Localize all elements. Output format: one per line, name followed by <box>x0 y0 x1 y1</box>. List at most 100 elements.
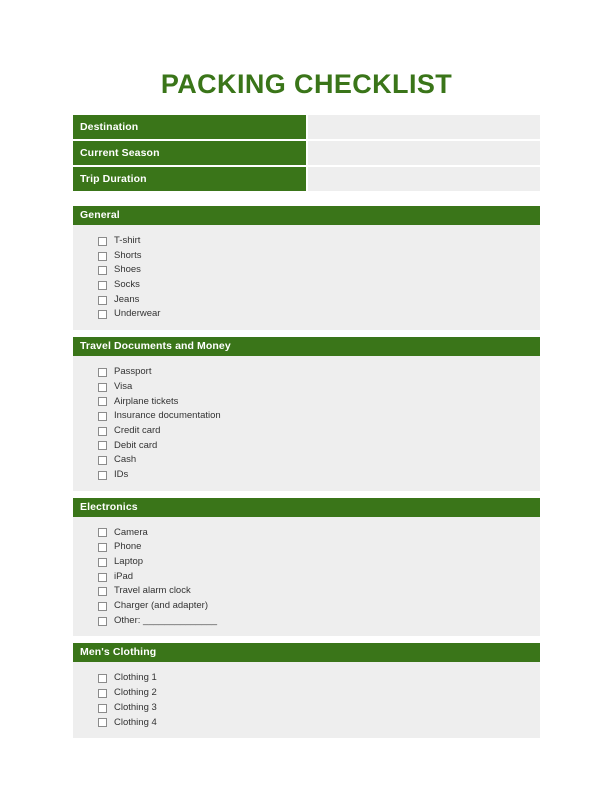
checklist-item[interactable]: Camera <box>73 526 540 541</box>
section-header: Electronics <box>73 497 540 517</box>
checklist-item[interactable]: Visa <box>73 380 540 395</box>
checklist-item-label: Airplane tickets <box>114 395 179 407</box>
checklist-item[interactable]: Cash <box>73 453 540 468</box>
checklist-item[interactable]: Shoes <box>73 263 540 278</box>
checklist-item-label: Phone <box>114 541 142 553</box>
checkbox-icon[interactable] <box>98 703 107 713</box>
checklist-item[interactable]: Insurance documentation <box>73 409 540 424</box>
checklist-item[interactable]: Credit card <box>73 424 540 439</box>
checkbox-icon[interactable] <box>98 310 107 320</box>
checkbox-icon[interactable] <box>98 412 107 422</box>
section-header: Travel Documents and Money <box>73 337 540 357</box>
checklist-section: General T-shirt Shorts Shoes Socks Jeans Under… <box>73 206 540 331</box>
trip-info-value-field[interactable] <box>308 141 540 165</box>
trip-info-label: Current Season <box>73 141 306 165</box>
checklist-section: Travel Documents and Money Passport Visa Ai… <box>73 337 540 491</box>
section-header: Men's Clothing <box>73 643 540 663</box>
checkbox-icon[interactable] <box>98 456 107 466</box>
checkbox-icon[interactable] <box>98 295 107 305</box>
checklist-item[interactable]: Charger (and adapter) <box>73 599 540 614</box>
checklist-item-label: Jeans <box>114 293 140 305</box>
section-items: T-shirt Shorts Shoes Socks Jeans Underwear <box>73 225 540 331</box>
checkbox-icon[interactable] <box>98 528 107 538</box>
checklist-item[interactable]: Underwear <box>73 307 540 322</box>
checklist-section: Electronics Camera Phone Laptop iPad Travel a… <box>73 497 540 637</box>
trip-info-row: Destination <box>73 115 540 139</box>
checklist-item-label: Laptop <box>114 556 144 567</box>
trip-info-value-field[interactable] <box>308 167 540 191</box>
checklist-item[interactable]: Phone <box>73 540 540 555</box>
checklist-item-label: Other: ______________ <box>114 614 218 626</box>
checklist-item-label: iPad <box>114 570 134 582</box>
page-title: PACKING CHECKLIST <box>160 69 453 99</box>
checkbox-icon[interactable] <box>98 441 107 451</box>
checkbox-icon[interactable] <box>98 280 107 290</box>
checklist-item[interactable]: IDs <box>73 468 540 483</box>
checklist-item[interactable]: Airplane tickets <box>73 395 540 410</box>
checkbox-icon[interactable] <box>98 426 107 436</box>
checkbox-icon[interactable] <box>98 251 107 261</box>
checkbox-icon[interactable] <box>98 688 107 698</box>
checkbox-icon[interactable] <box>98 557 107 567</box>
checklist-sections: General T-shirt Shorts Shoes Socks Jeans Under… <box>73 206 540 739</box>
trip-info-row: Current Season <box>73 141 540 165</box>
checklist-section: Men's Clothing Clothing 1 Clothing 2 Clothi… <box>73 643 540 739</box>
checklist-item[interactable]: Clothing 3 <box>73 701 540 716</box>
checklist-item[interactable]: Shorts <box>73 249 540 264</box>
checkbox-icon[interactable] <box>98 543 107 553</box>
checklist-item[interactable]: Clothing 1 <box>73 671 540 686</box>
checklist-item-label: Insurance documentation <box>114 410 221 422</box>
checklist-item[interactable]: Other: ______________ <box>73 614 540 629</box>
checklist-item-label: Clothing 4 <box>114 716 157 728</box>
checklist-item-label: Travel alarm clock <box>114 585 191 597</box>
section-header: General <box>73 206 540 225</box>
checklist-item-label: Clothing 1 <box>114 672 157 684</box>
checklist-item[interactable]: Debit card <box>73 439 540 454</box>
checkbox-icon[interactable] <box>98 587 107 597</box>
checklist-item-label: Socks <box>114 279 140 291</box>
checkbox-icon[interactable] <box>98 236 107 246</box>
checkbox-icon[interactable] <box>98 470 107 480</box>
checklist-item-label: Debit card <box>114 439 158 451</box>
checkbox-icon[interactable] <box>98 266 107 276</box>
checklist-item[interactable]: Clothing 4 <box>73 716 540 731</box>
checkbox-icon[interactable] <box>98 572 107 582</box>
trip-info-label: Destination <box>73 115 306 139</box>
checklist-item[interactable]: Passport <box>73 365 540 380</box>
checklist-item-label: Credit card <box>114 424 161 436</box>
checklist-item[interactable]: Jeans <box>73 293 540 308</box>
checklist-item-label: Shoes <box>114 264 141 276</box>
checklist-item-label: Camera <box>114 526 148 538</box>
checklist-item-label: Cash <box>114 454 137 466</box>
checklist-sheet: PACKING CHECKLIST Destination Current Sea… <box>73 0 540 739</box>
checkbox-icon[interactable] <box>98 367 107 377</box>
checklist-item[interactable]: Laptop <box>73 555 540 570</box>
trip-info-value-field[interactable] <box>308 115 540 139</box>
checklist-item[interactable]: Travel alarm clock <box>73 584 540 599</box>
checklist-item[interactable]: T-shirt <box>73 234 540 249</box>
checklist-item[interactable]: Clothing 2 <box>73 686 540 701</box>
checkbox-icon[interactable] <box>98 382 107 392</box>
checklist-item-label: Clothing 3 <box>114 701 157 713</box>
trip-info-label: Trip Duration <box>73 167 306 191</box>
trip-info-row: Trip Duration <box>73 167 540 191</box>
section-items: Camera Phone Laptop iPad Travel alarm clock C… <box>73 516 540 637</box>
checkbox-icon[interactable] <box>98 397 107 407</box>
packing-checklist-page: PACKING CHECKLIST Destination Current Sea… <box>0 0 613 791</box>
section-items: Clothing 1 Clothing 2 Clothing 3 Clothing 4 <box>73 662 540 739</box>
checklist-item-label: Visa <box>114 380 133 392</box>
checkbox-icon[interactable] <box>98 718 107 728</box>
checklist-item-label: Shorts <box>114 249 142 261</box>
checklist-item-label: Passport <box>114 366 152 378</box>
section-spacer <box>73 330 540 338</box>
section-spacer <box>73 490 540 498</box>
checklist-item-label: IDs <box>114 468 129 480</box>
checklist-item-label: Charger (and adapter) <box>114 600 208 612</box>
checklist-item[interactable]: iPad <box>73 570 540 585</box>
section-items: Passport Visa Airplane tickets Insurance do… <box>73 356 540 491</box>
checklist-item[interactable]: Socks <box>73 278 540 293</box>
checkbox-icon[interactable] <box>98 674 107 684</box>
checkbox-icon[interactable] <box>98 601 107 611</box>
checklist-item-label: T-shirt <box>114 235 141 246</box>
checkbox-icon[interactable] <box>98 616 107 626</box>
